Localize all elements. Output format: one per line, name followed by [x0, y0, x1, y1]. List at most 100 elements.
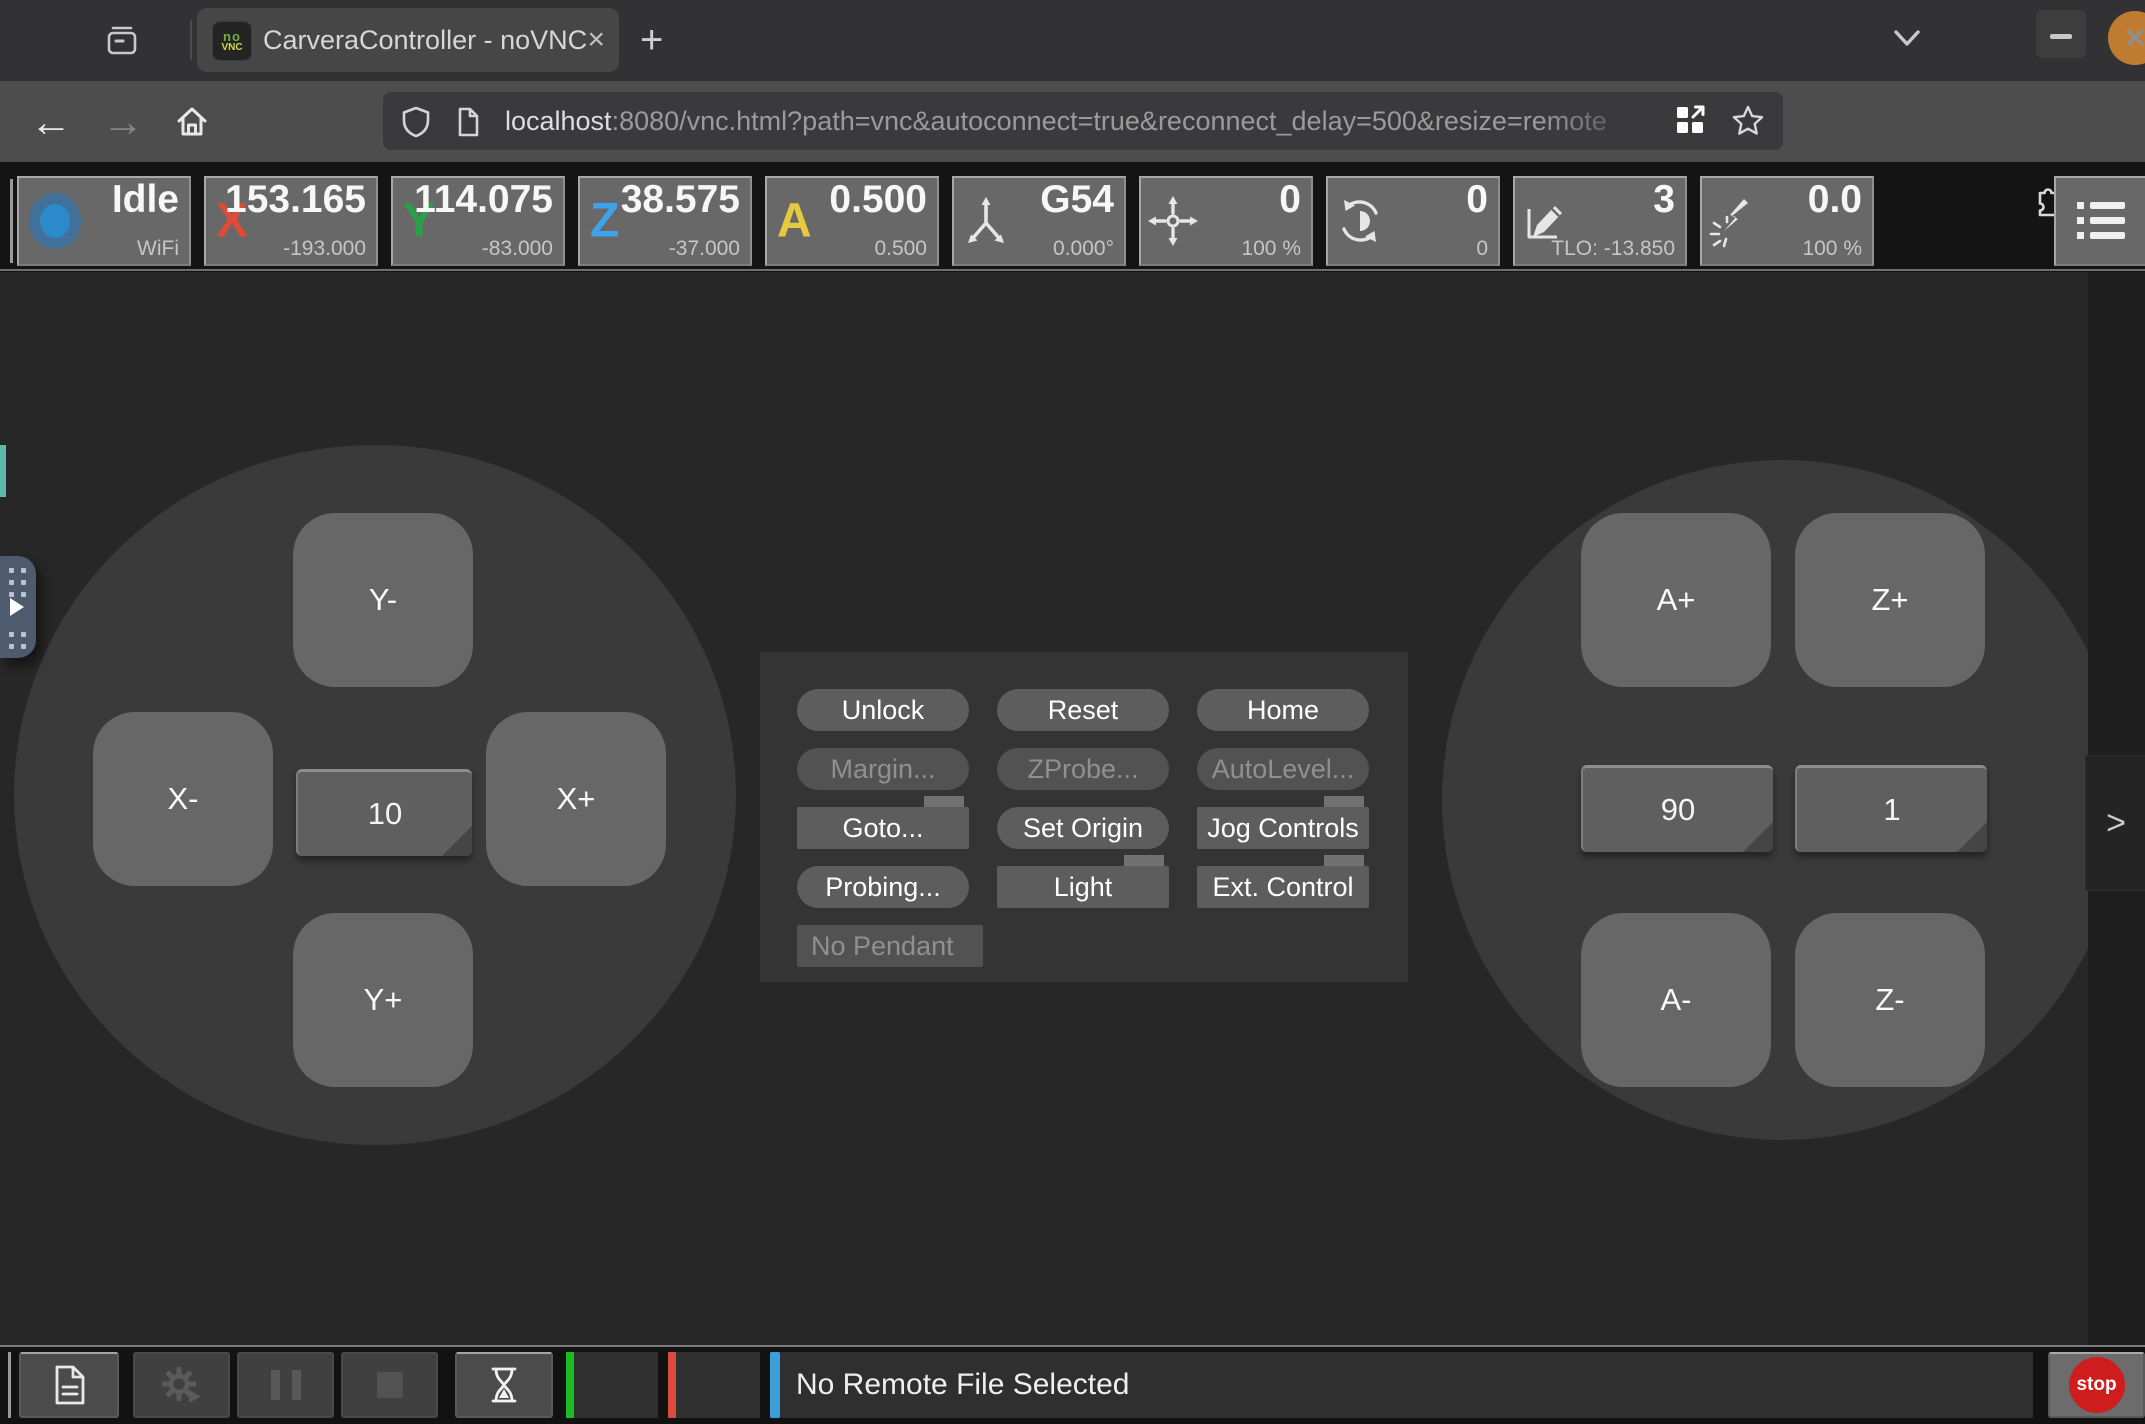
- window-close-icon: ×: [2125, 19, 2145, 58]
- probing-button[interactable]: Probing...: [797, 866, 969, 908]
- ext-control-button[interactable]: Ext. Control: [1197, 866, 1369, 908]
- xy-step-selector[interactable]: 10: [296, 769, 472, 856]
- gear-run-icon: [158, 1361, 206, 1409]
- tab-close-icon[interactable]: ×: [587, 8, 605, 72]
- axis-x-cell[interactable]: X 153.165 -193.000: [204, 176, 378, 266]
- spindle-sub: 0: [1476, 237, 1488, 261]
- home-button[interactable]: Home: [1197, 689, 1369, 731]
- browser-tab[interactable]: no VNC CarveraController - noVNC ×: [197, 8, 619, 72]
- progress-track-red: [668, 1352, 760, 1418]
- footer-frame: [8, 1352, 11, 1418]
- home-icon[interactable]: [174, 104, 210, 138]
- footer-bar: No Remote File Selected stop: [0, 1347, 2145, 1424]
- fullscreen-page-action-icon[interactable]: [1675, 105, 1707, 137]
- axis-a-cell[interactable]: A 0.500 0.500: [765, 176, 939, 266]
- page-info-icon[interactable]: [453, 106, 483, 138]
- expand-icon: >: [2106, 804, 2126, 843]
- a-step-selector[interactable]: 90: [1581, 765, 1773, 852]
- unlock-button[interactable]: Unlock: [797, 689, 969, 731]
- axis-x-value: 153.165: [225, 178, 366, 222]
- goto-button[interactable]: Goto...: [797, 807, 969, 849]
- tool-number: 3: [1653, 178, 1675, 222]
- axis-z-value: 38.575: [621, 178, 740, 222]
- url-text[interactable]: localhost:8080/vnc.html?path=vnc&autocon…: [505, 92, 1655, 150]
- jog-x-minus-button[interactable]: X-: [93, 712, 273, 886]
- spindle-cell[interactable]: 0 0: [1326, 176, 1500, 266]
- light-button[interactable]: Light: [997, 866, 1169, 908]
- margin-button: Margin...: [797, 748, 969, 790]
- new-tab-button[interactable]: +: [640, 0, 663, 81]
- left-scroll-indicator: [0, 445, 6, 497]
- axis-y-cell[interactable]: Y 114.075 -83.000: [391, 176, 565, 266]
- file-status-track: No Remote File Selected: [770, 1352, 2033, 1418]
- jog-a-minus-button[interactable]: A-: [1581, 913, 1771, 1087]
- laser-icon: [1706, 193, 1762, 249]
- red-progress-bar: [668, 1352, 676, 1418]
- hourglass-icon: [482, 1363, 526, 1407]
- status-menu-button[interactable]: [2054, 176, 2145, 266]
- progress-track-green: [566, 1352, 658, 1418]
- feed-percent: 100 %: [1241, 237, 1301, 261]
- axis-a-value: 0.500: [829, 178, 927, 222]
- autolevel-button: AutoLevel...: [1197, 748, 1369, 790]
- set-origin-button[interactable]: Set Origin: [997, 807, 1169, 849]
- minimize-button[interactable]: [2036, 10, 2086, 58]
- axis-y-sub: -83.000: [482, 237, 553, 261]
- axis-x-sub: -193.000: [283, 237, 366, 261]
- laser-value: 0.0: [1808, 178, 1862, 222]
- stop-square-icon: [377, 1372, 403, 1398]
- stop-job-button: [341, 1352, 438, 1418]
- green-progress-bar: [566, 1352, 574, 1418]
- tab-title: CarveraController - noVNC: [263, 8, 587, 72]
- axis-z-letter: Z: [590, 194, 619, 249]
- jog-z-minus-button[interactable]: Z-: [1795, 913, 1985, 1087]
- no-pendant-button: No Pendant: [797, 925, 983, 967]
- pause-button: [237, 1352, 334, 1418]
- axis-z-cell[interactable]: Z 38.575 -37.000: [578, 176, 752, 266]
- statusbar-divider: [0, 269, 2145, 271]
- back-button[interactable]: ←: [30, 81, 72, 162]
- timer-button[interactable]: [455, 1352, 553, 1418]
- axis-a-letter: A: [777, 194, 812, 249]
- machine-state-cell[interactable]: Idle WiFi: [17, 176, 191, 266]
- shield-icon[interactable]: [401, 106, 431, 138]
- blue-progress-bar: [770, 1352, 780, 1418]
- window-close-button[interactable]: ×: [2108, 11, 2145, 65]
- tab-separator: [190, 20, 192, 60]
- jog-x-plus-button[interactable]: X+: [486, 712, 666, 886]
- wcs-cell[interactable]: G54 0.000°: [952, 176, 1126, 266]
- firefox-view-icon[interactable]: [103, 21, 141, 59]
- right-drawer-handle[interactable]: >: [2085, 755, 2145, 891]
- tab-list-chevron-icon[interactable]: [1890, 26, 1924, 54]
- open-file-button[interactable]: [19, 1352, 119, 1418]
- jog-controls-button[interactable]: Jog Controls: [1197, 807, 1369, 849]
- machine-state: Idle: [112, 178, 179, 222]
- jog-a-plus-button[interactable]: A+: [1581, 513, 1771, 687]
- stop-circle-icon: stop: [2069, 1357, 2125, 1413]
- spindle-value: 0: [1466, 178, 1488, 222]
- bookmark-star-icon[interactable]: [1731, 104, 1765, 138]
- tool-cell[interactable]: 3 TLO: -13.850: [1513, 176, 1687, 266]
- laser-percent: 100 %: [1802, 237, 1862, 261]
- remote-file-status: No Remote File Selected: [796, 1352, 1130, 1418]
- axis-a-sub: 0.500: [874, 237, 927, 261]
- forward-button[interactable]: →: [102, 81, 144, 162]
- reset-button[interactable]: Reset: [997, 689, 1169, 731]
- control-panel: Unlock Reset Home Margin... ZProbe... Au…: [760, 652, 1408, 982]
- jog-z-plus-button[interactable]: Z+: [1795, 513, 1985, 687]
- spindle-rotation-icon: [1332, 193, 1388, 249]
- jog-y-plus-button[interactable]: Y+: [293, 913, 473, 1087]
- left-drawer-handle[interactable]: [0, 556, 36, 658]
- file-icon: [45, 1361, 93, 1409]
- browser-tab-bar: no VNC CarveraController - noVNC × + ×: [0, 0, 2145, 81]
- z-step-selector[interactable]: 1: [1795, 765, 1987, 852]
- feed-cell[interactable]: 0 100 %: [1139, 176, 1313, 266]
- laser-cell[interactable]: 0.0 100 %: [1700, 176, 1874, 266]
- emergency-stop-button[interactable]: stop: [2048, 1352, 2145, 1418]
- jog-y-minus-button[interactable]: Y-: [293, 513, 473, 687]
- address-bar[interactable]: localhost:8080/vnc.html?path=vnc&autocon…: [383, 92, 1783, 150]
- statusbar-frame: [10, 179, 13, 263]
- axis-z-sub: -37.000: [669, 237, 740, 261]
- jog-screen: Y- X- 10 X+ Y+ A+ Z+ 90 1 A- Z- Unlock R…: [0, 272, 2145, 1345]
- connection-type: WiFi: [137, 237, 179, 261]
